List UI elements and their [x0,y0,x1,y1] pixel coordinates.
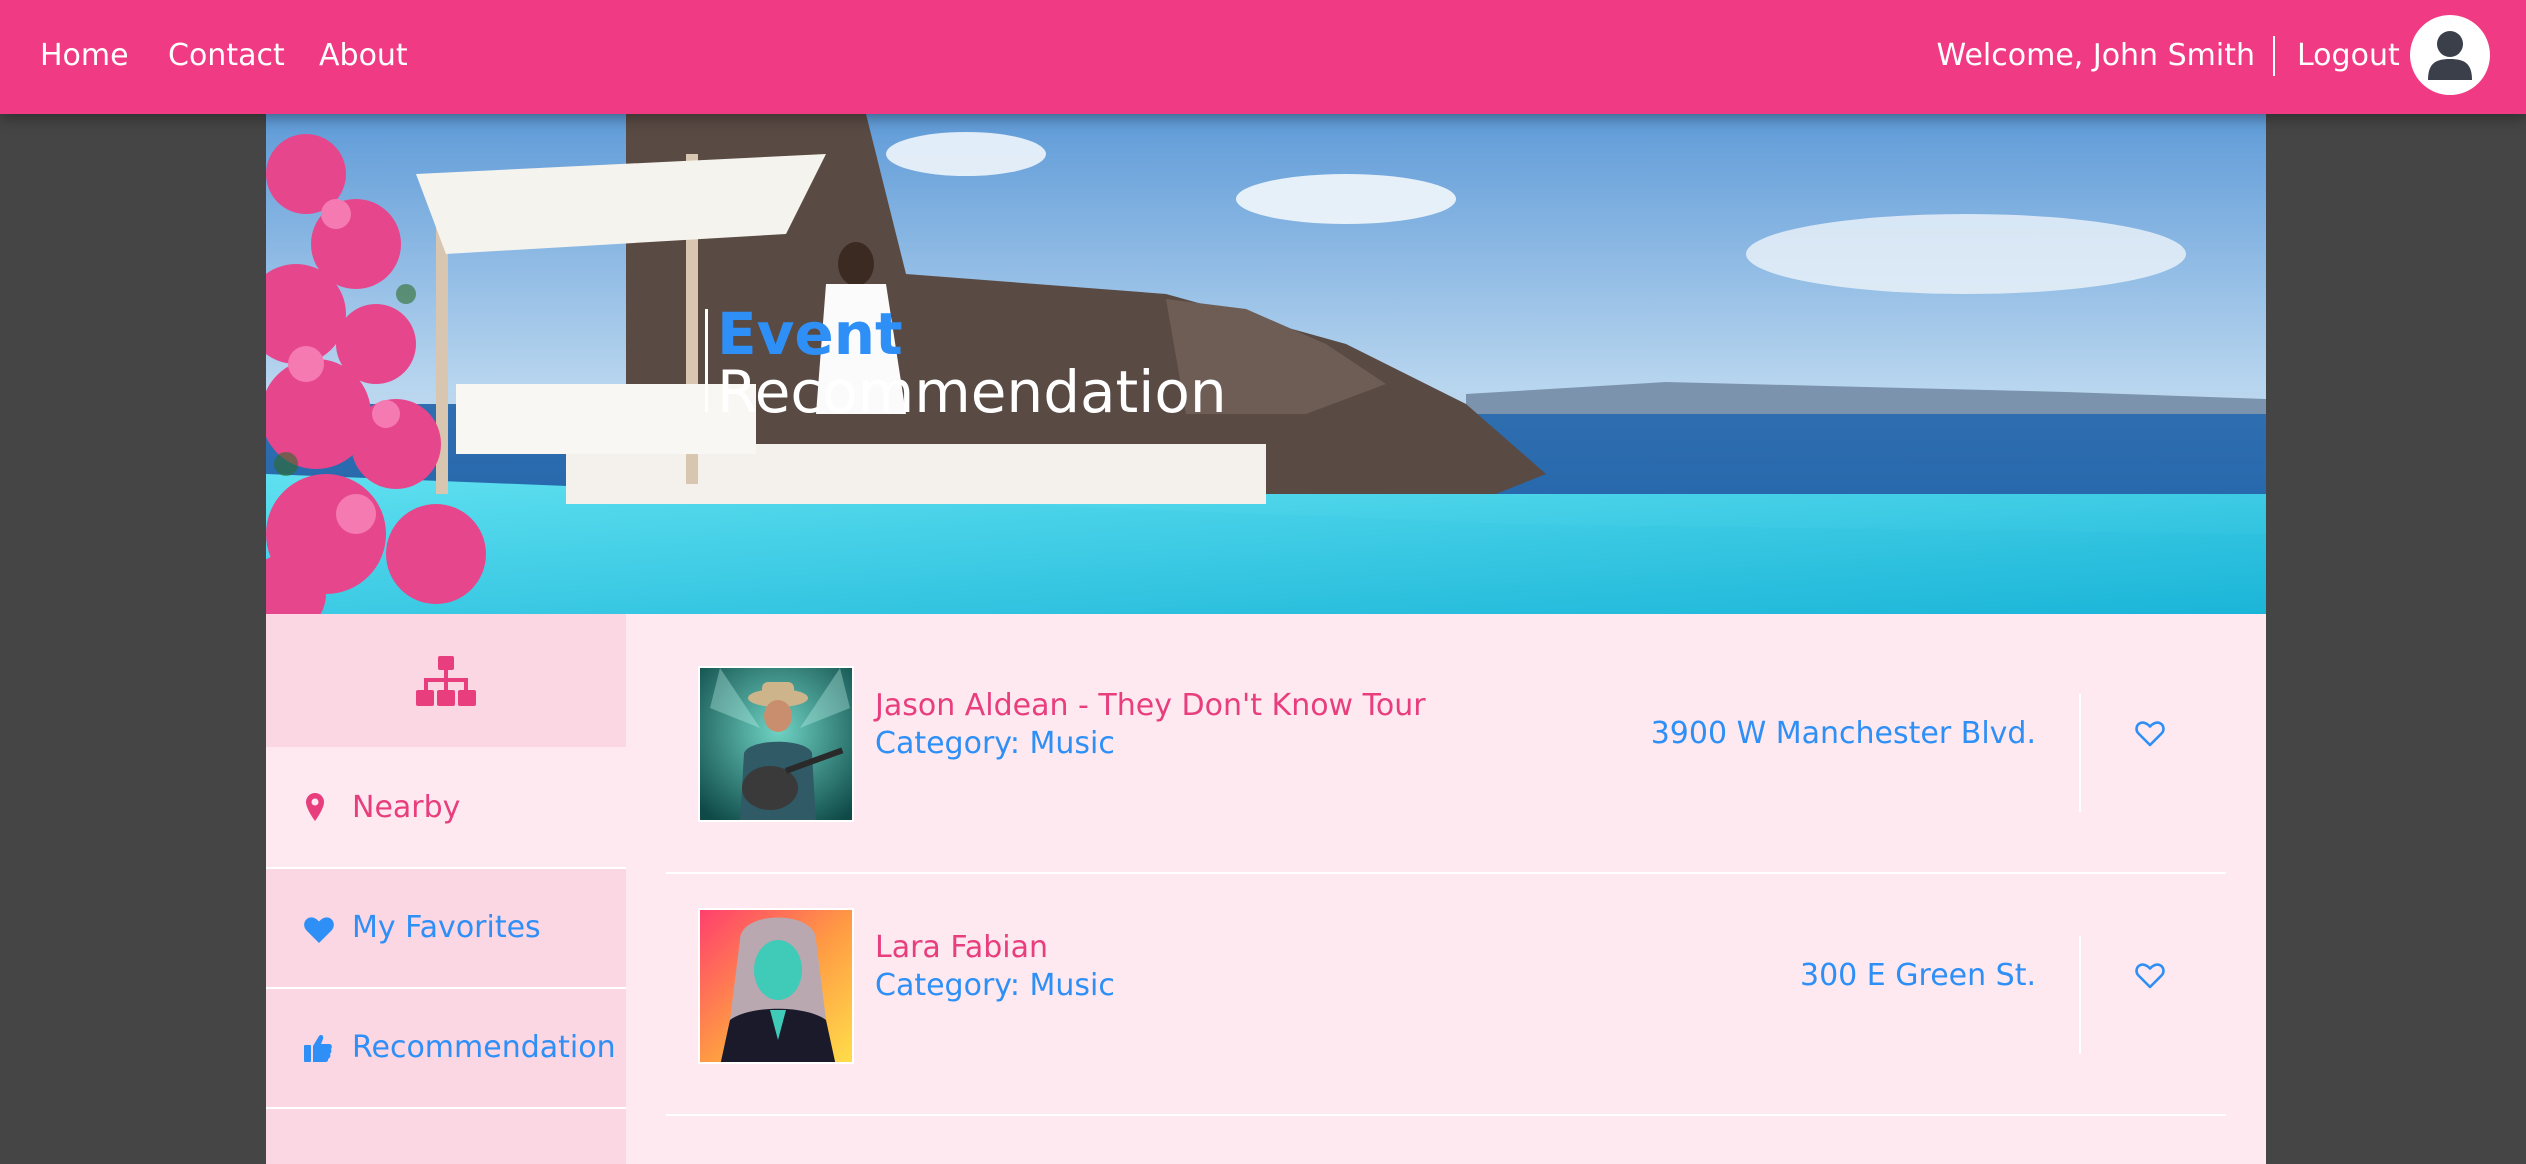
event-list-item[interactable]: Jason Aldean - They Don't Know Tour Cate… [666,634,2226,874]
hero-title-bar [705,309,708,412]
sidebar: Nearby My Favorites Recommendation [266,614,626,1164]
event-thumbnail[interactable] [698,908,854,1064]
event-divider [2079,936,2081,1054]
hero-banner: Event Recommendation [266,114,2266,614]
event-category: Category: Music [875,968,1115,1003]
sidebar-item-label: Nearby [352,790,461,825]
hero-title-accent: Event [717,300,903,368]
nav-contact-link[interactable]: Contact [168,34,285,78]
event-name[interactable]: Lara Fabian [875,928,1048,968]
event-thumbnail[interactable] [698,666,854,822]
heart-icon [304,917,334,943]
sidebar-item-nearby[interactable]: Nearby [266,749,626,869]
event-category: Category: Music [875,726,1115,761]
nav-home-link[interactable]: Home [40,34,129,78]
nav-about-link[interactable]: About [319,34,408,78]
top-navbar: Home Contact About Welcome, John Smith L… [0,0,2526,114]
welcome-text: Welcome, John Smith [1936,38,2255,73]
sidebar-header[interactable] [266,614,626,749]
heart-outline-icon[interactable] [2135,963,2165,989]
event-image [700,910,852,1062]
map-pin-icon [306,793,324,821]
sidebar-item-label: My Favorites [352,910,541,945]
user-icon [2428,31,2472,80]
sitemap-icon [416,656,476,706]
hero-title-main: Recommendation [717,358,1227,426]
logout-link[interactable]: Logout [2297,34,2400,78]
sidebar-item-favorites[interactable]: My Favorites [266,869,626,989]
event-name[interactable]: Jason Aldean - They Don't Know Tour [875,686,1426,726]
event-list-item[interactable]: Lara Fabian Category: Music 300 E Green … [666,876,2226,1116]
event-image [700,668,852,820]
event-address: 300 E Green St. [1799,958,2036,993]
thumbs-up-icon [304,1035,332,1062]
event-address: 3900 W Manchester Blvd. [1650,716,2036,751]
sidebar-item-label: Recommendation [352,1030,616,1065]
sidebar-item-recommendation[interactable]: Recommendation [266,989,626,1109]
main-panel: Event Recommendation Nearby My Favorites… [266,114,2266,1164]
hero-image [266,114,2266,614]
nav-divider [2273,36,2275,76]
heart-outline-icon[interactable] [2135,721,2165,747]
avatar[interactable] [2410,15,2490,95]
event-divider [2079,694,2081,812]
